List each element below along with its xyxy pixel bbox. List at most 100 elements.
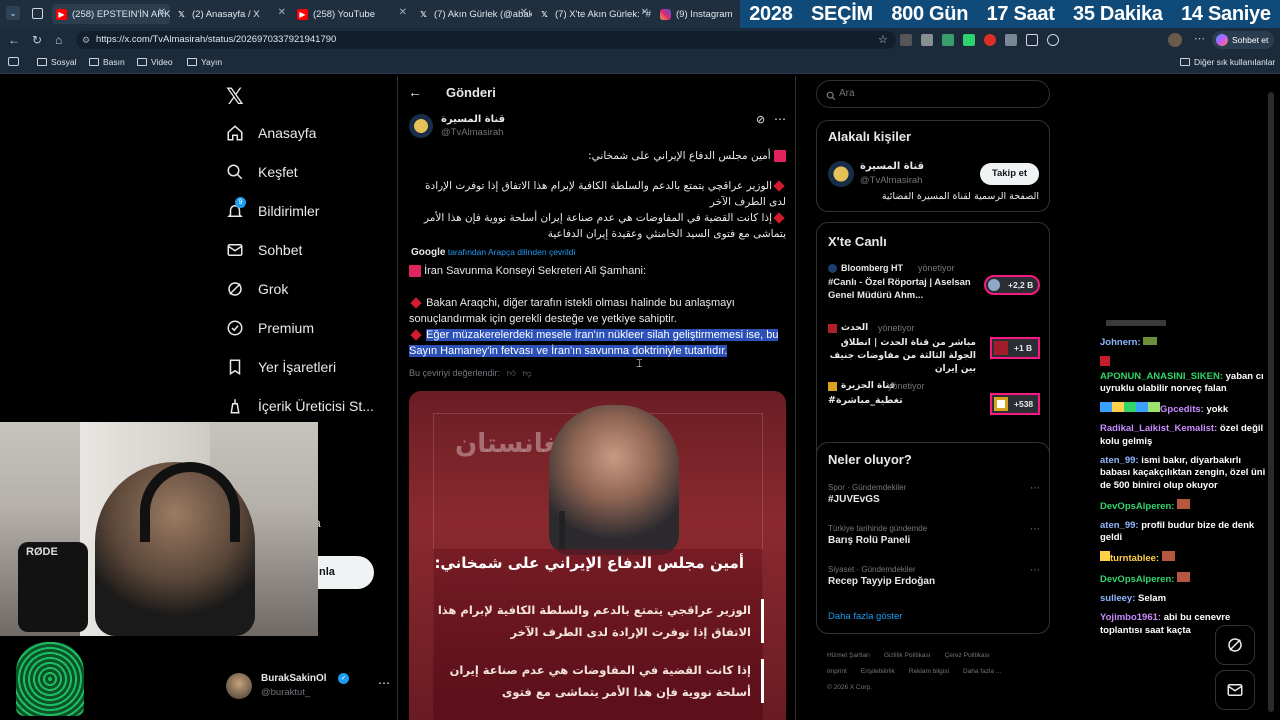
translated-by-text[interactable]: tarafından Arapça dilinden çevrildi — [448, 247, 576, 257]
footer-link[interactable]: Hizmet Şartları — [827, 648, 870, 664]
footer-link[interactable]: Reklam bilgisi — [909, 664, 949, 680]
browser-tab[interactable]: ▶ (258) YouTube ✕ — [293, 4, 411, 24]
profile-handle: @buraktut_ — [261, 687, 311, 698]
more-icon[interactable]: ⋯ — [774, 112, 786, 126]
messages-floating-button[interactable] — [1215, 670, 1255, 710]
extension-icon[interactable] — [984, 34, 996, 46]
author-name[interactable]: قناة المسيرة — [441, 114, 505, 125]
extension-icon[interactable] — [1005, 34, 1017, 46]
browser-tab[interactable]: (9) Instagram — [656, 4, 736, 24]
bookmark-folder[interactable]: Sosyal — [37, 57, 77, 67]
footer-link[interactable]: Imprint — [827, 664, 847, 680]
x-logo-icon: 𝕏 — [420, 9, 427, 19]
chat-username: Radikal_Laikist_Kemalist: — [1100, 423, 1218, 434]
more-icon[interactable]: ⋯ — [378, 676, 390, 690]
nav-item-creator-studio[interactable]: İçerik Üreticisi St... — [226, 397, 374, 415]
live-title: #Canlı - Özel Röportaj | Aselsan Genel M… — [828, 277, 971, 301]
close-icon[interactable]: ✕ — [278, 7, 286, 18]
chat-message: sulleey: Selam — [1100, 593, 1272, 606]
nav-item-notifications[interactable]: 9 Bildirimler — [226, 197, 319, 220]
bookmark-icon — [226, 358, 244, 376]
other-bookmarks-folder[interactable]: Diğer sık kullanılanlar — [1180, 57, 1275, 67]
home-icon[interactable]: ⌂ — [55, 33, 62, 47]
bookmark-folder[interactable]: Video — [137, 57, 173, 67]
footer-link[interactable]: Daha fazla ... — [963, 664, 1001, 680]
trend-item[interactable]: Spor · Gündemdekiler #JUVEvGS ⋯ — [828, 483, 1040, 505]
browser-tab[interactable]: 𝕏 (7) X'te Akın Gürlek: "# ✕ — [535, 4, 653, 24]
search-input[interactable]: Ara — [816, 80, 1050, 108]
reading-list-icon[interactable] — [8, 57, 19, 66]
nav-label: Grok — [258, 281, 289, 297]
show-more-link[interactable]: Daha fazla göster — [828, 611, 902, 622]
author-avatar[interactable] — [409, 114, 433, 138]
more-icon[interactable]: ⋯ — [1030, 524, 1040, 535]
related-name[interactable]: قناة المسيرة — [860, 161, 924, 172]
close-icon[interactable]: ✕ — [158, 7, 166, 18]
extension-icon[interactable] — [921, 34, 933, 46]
workspaces-icon[interactable] — [32, 8, 43, 19]
live-item[interactable]: الحدث yönetiyor مباشر من قناة الحدث | ان… — [828, 323, 1040, 374]
extension-icon[interactable] — [1026, 34, 1038, 46]
sohbet-et-button[interactable]: Sohbet et — [1212, 31, 1274, 49]
favorite-star-icon[interactable]: ☆ — [878, 33, 888, 46]
post-media-image[interactable]: ملى افغانستان أمين مجلس الدفاع الإيراني … — [409, 391, 786, 720]
browser-tab[interactable]: 𝕏 (2) Anasayfa / X ✕ — [172, 4, 290, 24]
notification-badge: 9 — [235, 197, 246, 208]
back-icon[interactable]: ← — [8, 33, 20, 47]
live-item[interactable]: قناة الجزيرة yönetiyor #تغطية_مباشرة +53… — [828, 381, 1040, 425]
live-count-pill: +2,2 B — [984, 275, 1040, 295]
extension-icon[interactable] — [942, 34, 954, 46]
profile-avatar-icon[interactable] — [1168, 33, 1182, 47]
related-handle[interactable]: @TvAlmasirah — [860, 175, 922, 186]
bookmarks-bar: Sosyal Basın Video Yayın Diğer sık kulla… — [0, 52, 1280, 74]
browser-tab[interactable]: 𝕏 (7) Akın Gürlek (@abak ✕ — [414, 4, 532, 24]
red-diamond-icon — [410, 329, 422, 341]
footer-link[interactable]: Erişilebilirlik — [861, 664, 895, 680]
bookmark-folder[interactable]: Basın — [89, 57, 125, 67]
url-input[interactable]: ⚙ https://x.com/TvAlmasirah/status/20269… — [76, 31, 896, 49]
grok-explain-icon[interactable]: ⊘ — [756, 113, 765, 126]
live-title: مباشر من قناة الحدث | انطلاق الجولة الثا… — [829, 338, 976, 374]
site-info-icon[interactable]: ⚙ — [82, 31, 90, 49]
more-icon[interactable]: ⋯ — [1030, 483, 1040, 494]
folder-icon — [137, 58, 147, 66]
nav-item-premium[interactable]: Premium — [226, 319, 314, 337]
bookmark-folder[interactable]: Yayın — [187, 57, 222, 67]
x-logo-icon[interactable]: 𝕏 — [226, 84, 244, 110]
close-icon[interactable]: ✕ — [399, 7, 407, 18]
account-switcher[interactable]: BurakSakinOl ✓ @buraktut_ ⋯ — [226, 670, 390, 702]
translation-line-selected: Eğer müzakerelerdeki mesele İran'ın nükl… — [409, 327, 789, 359]
trend-item[interactable]: Siyaset · Gündemdekiler Recep Tayyip Erd… — [828, 565, 1040, 587]
extension-icon[interactable] — [963, 34, 975, 46]
grok-floating-button[interactable] — [1215, 625, 1255, 665]
x-logo-icon: 𝕏 — [541, 9, 548, 19]
author-handle[interactable]: @TvAlmasirah — [441, 127, 503, 138]
tab-label: (2) Anasayfa / X — [192, 8, 260, 20]
close-icon[interactable]: ✕ — [520, 7, 528, 18]
close-icon[interactable]: ✕ — [641, 7, 649, 18]
footer-link[interactable]: Gizlilik Politikası — [884, 648, 931, 664]
more-menu-icon[interactable]: ⋯ — [1194, 32, 1205, 45]
extension-icon[interactable] — [1047, 34, 1059, 46]
nav-item-chat[interactable]: Sohbet — [226, 241, 302, 259]
nav-item-home[interactable]: Anasayfa — [226, 124, 316, 142]
thumbs-down-icon[interactable]: 👎︎ — [522, 368, 531, 378]
avatar[interactable] — [828, 161, 854, 187]
tab-list-menu-icon[interactable]: ⌄ — [6, 6, 20, 20]
footer-link[interactable]: Çerez Politikası — [945, 648, 990, 664]
trend-item[interactable]: Türkiye tarihinde gündemde Barış Rolü Pa… — [828, 524, 1040, 546]
browser-tab[interactable]: ▶ (258) EPSTEIN'İN ARKA ✕ — [52, 4, 170, 24]
follow-button[interactable]: Takip et — [980, 163, 1039, 185]
reload-icon[interactable]: ↻ — [32, 33, 42, 47]
live-item[interactable]: Bloomberg HT yönetiyor #Canlı - Özel Röp… — [828, 263, 1040, 307]
premium-check-icon — [226, 319, 244, 337]
extension-icon[interactable] — [900, 34, 912, 46]
nav-item-explore[interactable]: Keşfet — [226, 163, 298, 181]
nav-item-bookmarks[interactable]: Yer İşaretleri — [226, 358, 336, 376]
thumbs-up-icon[interactable]: 👍︎ — [507, 368, 516, 378]
nav-item-grok[interactable]: Grok — [226, 280, 288, 298]
post-button[interactable]: nla — [318, 556, 374, 589]
bookmark-label: Basın — [103, 57, 125, 67]
more-icon[interactable]: ⋯ — [1030, 565, 1040, 576]
back-arrow-icon[interactable]: ← — [408, 84, 422, 100]
